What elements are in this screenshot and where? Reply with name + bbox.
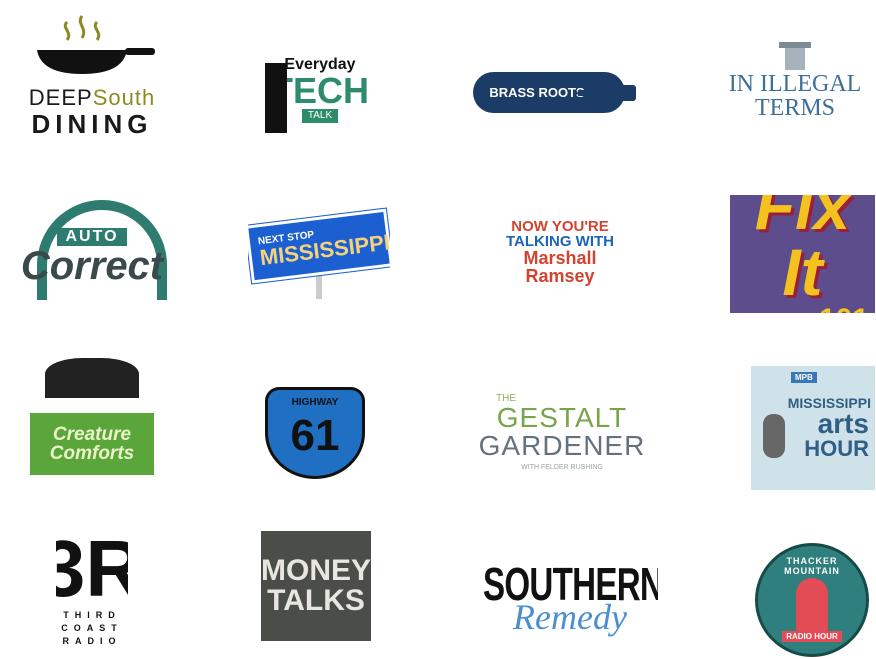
title-line-1: MONEY <box>261 554 371 587</box>
title-line-1: DEEPSouth <box>28 85 156 110</box>
auto-correct-logo[interactable]: AUTO Correct <box>12 190 172 302</box>
title-line-3: Marshall <box>523 248 597 268</box>
mississippi-arts-hour-logo[interactable]: MPB MISSISSIPPI arts HOUR <box>751 366 875 490</box>
title-line-1: THACKER MOUNTAIN <box>784 556 840 576</box>
animals-silhouette-icon <box>45 358 139 398</box>
highway-61-logo[interactable]: HIGHWAY 61 <box>262 385 368 481</box>
title-line-1: THIRD <box>63 610 121 620</box>
highway-shield-icon: HIGHWAY 61 <box>265 387 365 479</box>
everyday-tech-talk-logo[interactable]: Everyday TECH TALK <box>265 8 375 133</box>
title-line-1: SOUTHERN <box>483 558 658 610</box>
money-talks-logo[interactable]: MONEY TALKS <box>261 531 371 641</box>
title-line-2: arts <box>817 408 869 439</box>
logo-mark: 3R <box>56 531 128 613</box>
title-line-2: DINING <box>31 109 153 137</box>
mpb-badge: MPB <box>791 372 817 383</box>
title-line-3: GARDENER <box>478 429 646 461</box>
title-line-2: TALKS <box>267 584 365 617</box>
thacker-mountain-radio-logo[interactable]: THACKER MOUNTAIN RADIO HOUR <box>753 541 871 659</box>
logo-bar <box>265 63 287 133</box>
fix-it-101-logo[interactable]: Fix It 101 <box>730 195 875 313</box>
title-line-1: Fix It <box>754 195 851 309</box>
in-illegal-terms-logo[interactable]: IN ILLEGAL TERMS <box>720 38 870 133</box>
third-coast-radio-logo[interactable]: 3R THIRD COAST RADIO <box>56 531 128 659</box>
logo-box: Creature Comforts <box>30 413 154 475</box>
sign-post <box>316 274 322 299</box>
road-sign: NEXT STOP MISSISSIPPI <box>248 206 390 285</box>
next-stop-mississippi-logo[interactable]: NEXT STOP MISSISSIPPI <box>248 205 390 310</box>
title-line-3: HOUR <box>804 436 869 461</box>
deep-south-dining-logo[interactable]: DEEPSouth DINING <box>22 12 162 137</box>
title-line-2: 101 <box>819 305 869 314</box>
microphone-icon <box>796 578 828 634</box>
skillet-icon <box>37 15 155 74</box>
title-line-2: 61 <box>290 411 340 460</box>
marshall-ramsey-logo[interactable]: NOW YOU'RE TALKING WITH Marshall Ramsey <box>490 188 630 316</box>
title-line-1: IN ILLEGAL <box>728 70 862 97</box>
title-line-2: Comforts <box>49 443 135 464</box>
column-icon <box>779 42 811 70</box>
title-line-2: TERMS <box>754 94 835 121</box>
title-line-1: NOW YOU'RE <box>511 218 609 235</box>
title-line-1: HIGHWAY <box>291 397 339 408</box>
brass-roots-logo[interactable]: BRASS ROOTS <box>458 55 640 130</box>
gestalt-gardener-logo[interactable]: THE GESTALT GARDENER WITH FELDER RUSHING <box>468 378 656 486</box>
guitar-icon <box>578 85 636 101</box>
title-line-4: Ramsey <box>525 266 595 286</box>
microphone-icon <box>763 414 785 458</box>
title-line-2: COAST <box>61 623 123 633</box>
creature-comforts-logo[interactable]: Creature Comforts <box>30 358 154 475</box>
title-line-2: TALKING WITH <box>505 233 615 250</box>
title-line-2: GESTALT <box>496 401 628 433</box>
title-line-2: Correct <box>20 244 164 288</box>
title-line-2: RADIO HOUR <box>782 631 842 642</box>
title-line-4: WITH FELDER RUSHING <box>521 463 603 471</box>
title-line-1: Creature <box>52 424 132 445</box>
logo-circle: THACKER MOUNTAIN RADIO HOUR <box>755 543 869 657</box>
title-line-3: TALK <box>301 108 339 123</box>
title-line-3: RADIO <box>62 636 122 646</box>
southern-remedy-logo[interactable]: SOUTHERN Remedy <box>483 550 658 646</box>
